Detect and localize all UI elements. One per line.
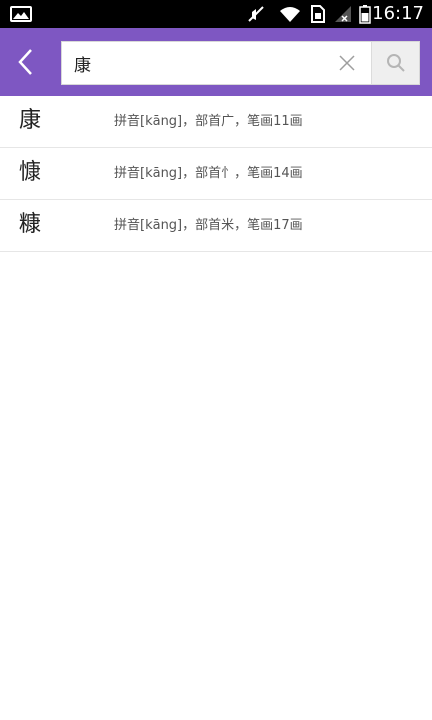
sim-icon xyxy=(311,5,325,23)
character-info: 拼音[kāng]，部首广，笔画11画 xyxy=(114,114,303,129)
wifi-icon xyxy=(280,7,300,22)
image-icon xyxy=(10,6,32,22)
list-item[interactable]: 慷 拼音[kāng]，部首忄，笔画14画 xyxy=(0,148,432,200)
character: 康 xyxy=(19,108,42,133)
mute-icon xyxy=(248,6,264,22)
search-header xyxy=(0,28,432,96)
signal-off-icon xyxy=(335,6,351,22)
clock: 16:17 xyxy=(372,3,424,24)
result-list: 康 拼音[kāng]，部首广，笔画11画 慷 拼音[kāng]，部首忄，笔画14… xyxy=(0,96,432,252)
clear-button[interactable] xyxy=(336,52,358,74)
search-input[interactable] xyxy=(74,42,324,84)
list-item[interactable]: 康 拼音[kāng]，部首广，笔画11画 xyxy=(0,96,432,148)
character: 慷 xyxy=(19,160,42,185)
back-button[interactable] xyxy=(0,28,52,96)
chevron-left-icon xyxy=(18,49,32,75)
search-icon xyxy=(386,54,405,72)
character-info: 拼音[kāng]，部首米，笔画17画 xyxy=(114,218,303,233)
character-info: 拼音[kāng]，部首忄，笔画14画 xyxy=(114,166,303,181)
list-item[interactable]: 糠 拼音[kāng]，部首米，笔画17画 xyxy=(0,200,432,252)
search-box xyxy=(61,41,420,85)
search-button[interactable] xyxy=(371,42,419,84)
character: 糠 xyxy=(19,212,42,237)
status-bar: 16:17 xyxy=(0,0,432,28)
battery-icon xyxy=(359,5,371,24)
close-icon xyxy=(339,55,355,71)
